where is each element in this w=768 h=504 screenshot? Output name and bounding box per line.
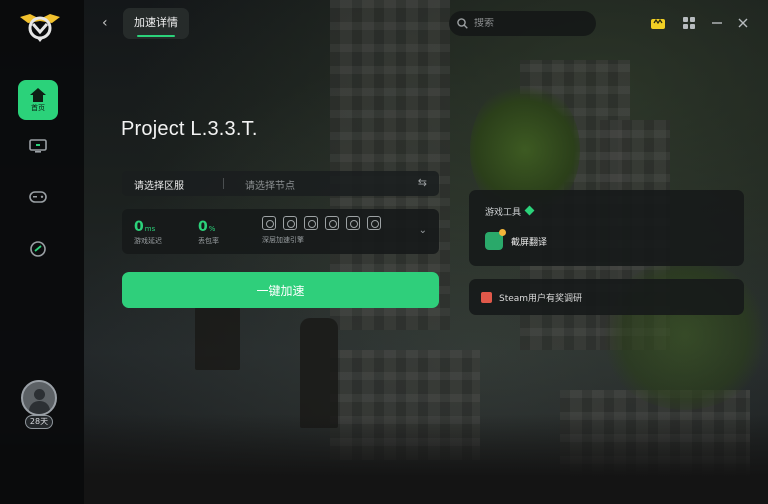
loss-label: 丢包率 xyxy=(198,237,219,245)
game-title: Project L.3.3.T. xyxy=(121,118,258,140)
sidebar-item-speedtest[interactable] xyxy=(18,229,58,269)
search-input[interactable] xyxy=(474,18,584,29)
user-avatar[interactable] xyxy=(21,380,57,416)
background-soldier xyxy=(195,300,240,370)
loss-unit: % xyxy=(208,225,216,233)
background-ground xyxy=(0,414,768,504)
node-select[interactable]: 请选择节点 xyxy=(245,177,295,192)
engine-tool-icons xyxy=(262,216,381,230)
swap-arrows-icon[interactable]: ⇆ xyxy=(418,176,427,189)
engine-label: 深层加速引擎 xyxy=(262,236,304,244)
gift-icon xyxy=(481,291,492,303)
one-click-accelerate-button[interactable]: 一键加速 xyxy=(122,272,439,308)
loss-value: 0 xyxy=(198,219,208,235)
engine-link-icon[interactable] xyxy=(262,216,276,230)
screenshot-translate-label: 截屏翻译 xyxy=(511,237,548,248)
avatar-head xyxy=(34,389,45,400)
latency-stat: 0ms 游戏延迟 xyxy=(134,216,162,246)
avatar-body xyxy=(29,401,50,414)
background-soldier xyxy=(300,318,338,428)
sidebar-item-monitor[interactable] xyxy=(18,126,58,166)
monitor-icon xyxy=(29,139,47,153)
sidebar: 首页 28天 xyxy=(0,0,84,504)
search-box[interactable] xyxy=(449,11,596,36)
game-tools-panel: 游戏工具 截屏翻译 xyxy=(469,190,744,266)
engine-download-icon[interactable] xyxy=(367,216,381,230)
sidebar-item-label: 首页 xyxy=(31,103,45,112)
latency-label: 游戏延迟 xyxy=(134,237,162,245)
vip-days-badge[interactable]: 28天 xyxy=(25,415,53,429)
tab-acceleration-details[interactable]: 加速详情 xyxy=(123,8,189,39)
close-icon[interactable] xyxy=(735,15,751,31)
gem-icon xyxy=(524,205,535,216)
speedometer-icon xyxy=(30,241,46,257)
grid-menu-icon[interactable] xyxy=(681,15,697,31)
minimize-icon[interactable] xyxy=(709,15,725,31)
sidebar-item-games[interactable] xyxy=(18,177,58,217)
region-node-selector[interactable]: 请选择区服 请选择节点 ⇆ xyxy=(122,171,439,196)
translate-icon xyxy=(485,229,506,250)
region-select[interactable]: 请选择区服 xyxy=(134,177,184,192)
survey-label: Steam用户有奖调研 xyxy=(499,293,583,304)
engine-route-icon[interactable] xyxy=(283,216,297,230)
gamepad-icon xyxy=(29,191,47,203)
steam-survey-banner[interactable]: Steam用户有奖调研 xyxy=(469,279,744,315)
vip-crown-icon[interactable] xyxy=(650,15,666,31)
acceleration-stats-panel: 0ms 游戏延迟 0% 丢包率 深层加速引擎 ⌄ xyxy=(122,209,439,254)
back-chevron-icon[interactable]: ‹ xyxy=(102,14,116,32)
search-icon xyxy=(457,18,468,29)
latency-unit: ms xyxy=(144,225,156,233)
region-divider xyxy=(223,178,224,189)
home-icon xyxy=(30,87,46,102)
engine-sync-icon[interactable] xyxy=(346,216,360,230)
latency-value: 0 xyxy=(134,219,144,235)
game-tools-title: 游戏工具 xyxy=(485,208,522,218)
screenshot-translate-tool[interactable]: 截屏翻译 xyxy=(485,229,548,250)
app-logo-icon[interactable] xyxy=(18,9,62,43)
sidebar-item-home[interactable]: 首页 xyxy=(18,80,58,120)
chevron-down-icon[interactable]: ⌄ xyxy=(419,225,427,236)
engine-chain-icon[interactable] xyxy=(304,216,318,230)
packet-loss-stat: 0% 丢包率 xyxy=(198,216,219,246)
engine-rocket-icon[interactable] xyxy=(325,216,339,230)
